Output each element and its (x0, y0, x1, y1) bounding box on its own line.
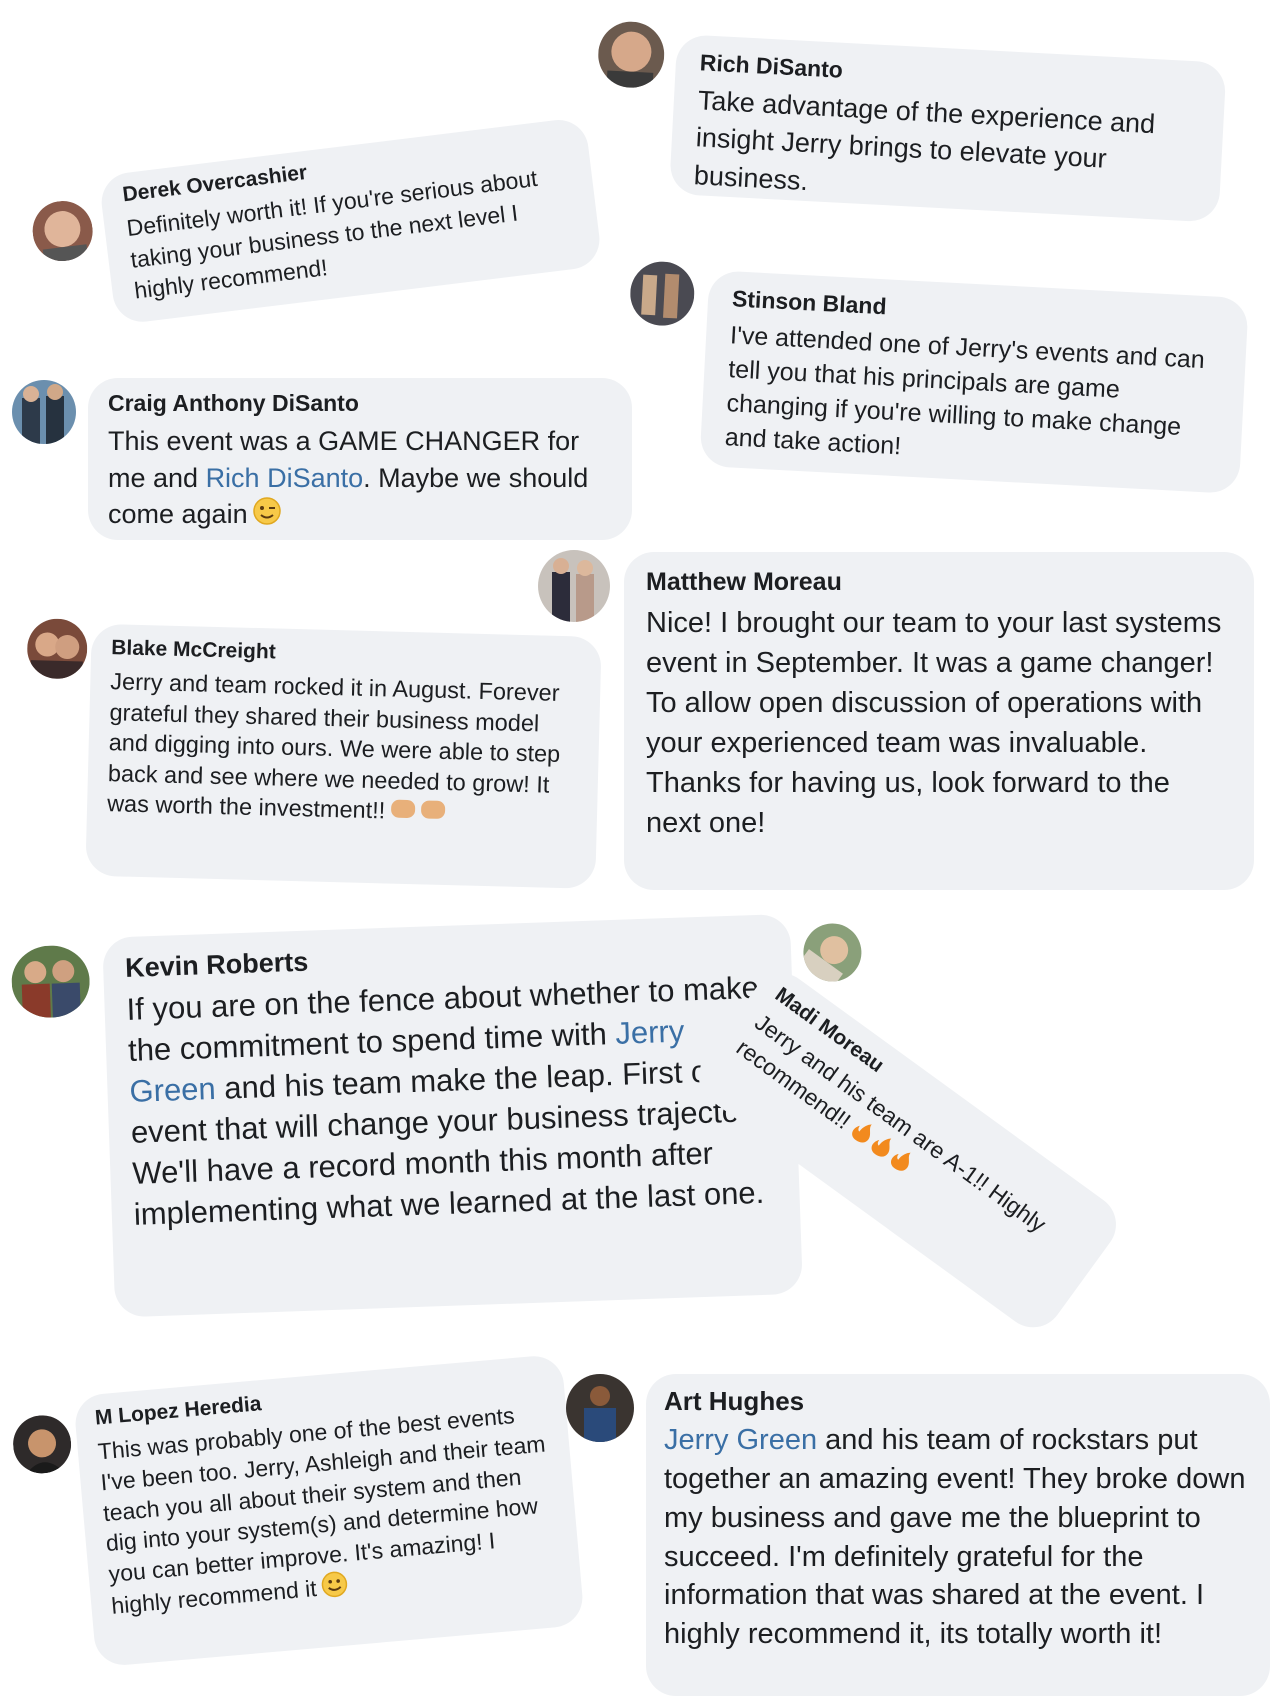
comment-bubble: Craig Anthony DiSanto This event was a G… (88, 378, 632, 540)
avatar-photo (10, 1412, 74, 1476)
comment-bubble: Kevin Roberts If you are on the fence ab… (102, 913, 803, 1318)
avatar[interactable] (566, 1374, 634, 1442)
comment-text-part: and his team of rockstars put together a… (664, 1424, 1246, 1651)
mention-link[interactable]: Jerry Green (664, 1424, 817, 1456)
comment-bubble: Blake McCreight Jerry and team rocked it… (85, 623, 602, 889)
avatar-photo (791, 912, 873, 994)
comment-text: Nice! I brought our team to your last sy… (646, 607, 1222, 840)
winking-face-emoji (252, 496, 282, 536)
avatar[interactable] (10, 944, 91, 1019)
avatar[interactable] (26, 618, 88, 680)
comment-bubble: M Lopez Heredia This was probably one of… (73, 1353, 585, 1668)
avatar[interactable] (12, 380, 76, 444)
comment-bubble: Matthew Moreau Nice! I brought our team … (624, 552, 1254, 890)
smiling-face-emoji (319, 1569, 350, 1607)
mention-link[interactable]: Rich DiSanto (206, 463, 364, 493)
comment-author[interactable]: Matthew Moreau (646, 568, 1232, 597)
comment-bubble: Derek Overcashier Definitely worth it! I… (98, 116, 603, 326)
comment-author[interactable]: Craig Anthony DiSanto (108, 390, 612, 417)
avatar[interactable] (791, 912, 873, 994)
avatar[interactable] (10, 1412, 74, 1476)
comment-text: This was probably one of the best events… (97, 1397, 562, 1625)
comment-bubble: Stinson Bland I've attended one of Jerry… (699, 270, 1249, 495)
comment-author[interactable]: Blake McCreight (111, 636, 581, 672)
comment-text: If you are on the fence about whether to… (126, 968, 778, 1236)
comment-bubble: Rich DiSanto Take advantage of the exper… (668, 34, 1227, 223)
avatar-photo (538, 550, 610, 622)
avatar[interactable] (538, 550, 610, 622)
avatar[interactable] (596, 20, 666, 90)
fist-bump-emoji (389, 796, 450, 831)
avatar[interactable] (628, 260, 696, 328)
avatar[interactable] (29, 197, 97, 265)
avatar-photo (596, 20, 666, 90)
comment-text: Take advantage of the experience and ins… (693, 85, 1156, 196)
avatar-photo (566, 1374, 634, 1442)
comment-text: Jerry Green and his team of rockstars pu… (664, 1421, 1252, 1654)
comment-text-part: Jerry and team rocked it in August. Fore… (106, 668, 561, 824)
comment-author[interactable]: Art Hughes (664, 1386, 1252, 1417)
avatar-photo (29, 197, 97, 265)
comment-bubble: Art Hughes Jerry Green and his team of r… (646, 1374, 1270, 1696)
avatar-photo (10, 944, 91, 1019)
avatar-photo (12, 380, 76, 444)
avatar-photo (26, 618, 88, 680)
avatar-photo (628, 260, 696, 328)
comment-text-part: and his team make the leap. First class … (130, 1051, 772, 1232)
comment-text: This event was a GAME CHANGER for me and… (108, 423, 612, 536)
comment-text: I've attended one of Jerry's events and … (724, 321, 1206, 461)
comment-text: Jerry and team rocked it in August. Fore… (107, 666, 581, 834)
